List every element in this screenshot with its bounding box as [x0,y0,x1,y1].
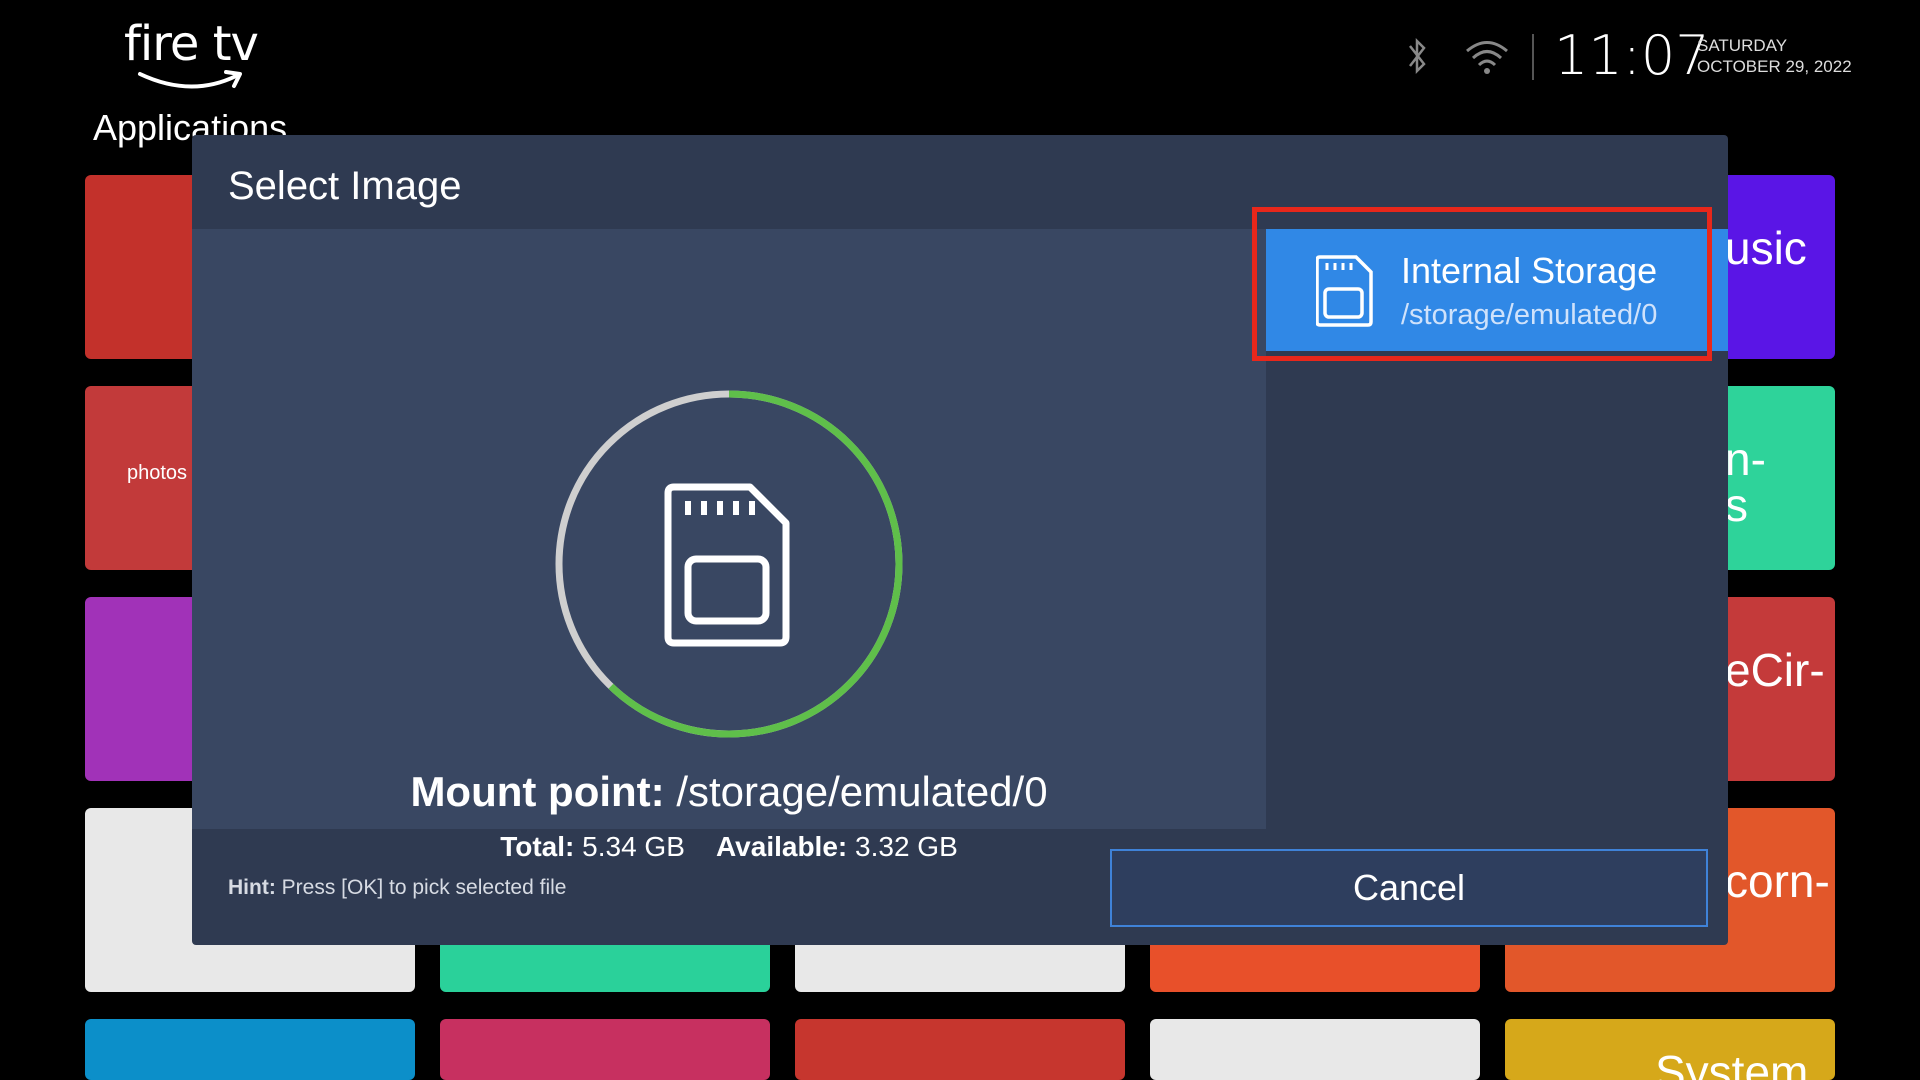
hint-message: Press [OK] to pick selected file [281,876,567,899]
clock-day: SATURDAY [1697,36,1788,55]
amazon-smile-icon [138,70,242,89]
storage-details-panel: Mount point: /storage/emulated/0 Total: … [192,229,1266,862]
available-value: 3.32 GB [855,831,958,862]
clock-date: OCTOBER 29, 2022 [1697,57,1852,76]
app-tile-label: eCir- [1725,644,1825,696]
app-tile[interactable] [795,1019,1125,1080]
app-tile[interactable] [1150,1019,1480,1080]
storage-totals: Total: 5.34 GB Available: 3.32 GB [192,829,1266,865]
selection-highlight [1252,207,1712,361]
app-tile[interactable] [440,1019,770,1080]
total-value: 5.34 GB [582,831,685,862]
logo-text: fire tv [124,16,259,72]
app-tile[interactable]: System [1505,1019,1835,1080]
total-label: Total: [500,831,575,862]
app-tile-label: n- s [1725,433,1766,531]
mount-point-label: Mount point: [410,768,665,815]
storage-usage-ring [555,390,903,738]
select-image-dialog: Select Image Mount point: /storage/emula… [192,135,1728,945]
fire-tv-logo: fire tv [124,16,264,89]
available-label: Available: [716,831,848,862]
clock-time: 11:07 [1554,24,1710,87]
dialog-title: Select Image [228,164,462,208]
app-tile-label: System [1655,1046,1809,1080]
hint-text: Hint: Press [OK] to pick selected file [228,875,566,901]
mount-point: Mount point: /storage/emulated/0 [192,767,1266,817]
mount-point-value: /storage/emulated/0 [676,768,1048,815]
app-tile-label: usic [1725,222,1807,274]
status-bar: 11:07 SATURDAY OCTOBER 29, 2022 [1360,22,1920,92]
app-tile-label: corn- [1725,855,1830,907]
wifi-icon [1466,41,1508,74]
sd-card-icon [664,483,790,647]
app-tile-label: photos [127,462,188,484]
cancel-button[interactable]: Cancel [1110,849,1708,927]
status-separator [1532,34,1534,80]
hint-label: Hint: [228,876,276,899]
app-tile[interactable] [85,1019,415,1080]
bluetooth-icon [1409,37,1426,75]
